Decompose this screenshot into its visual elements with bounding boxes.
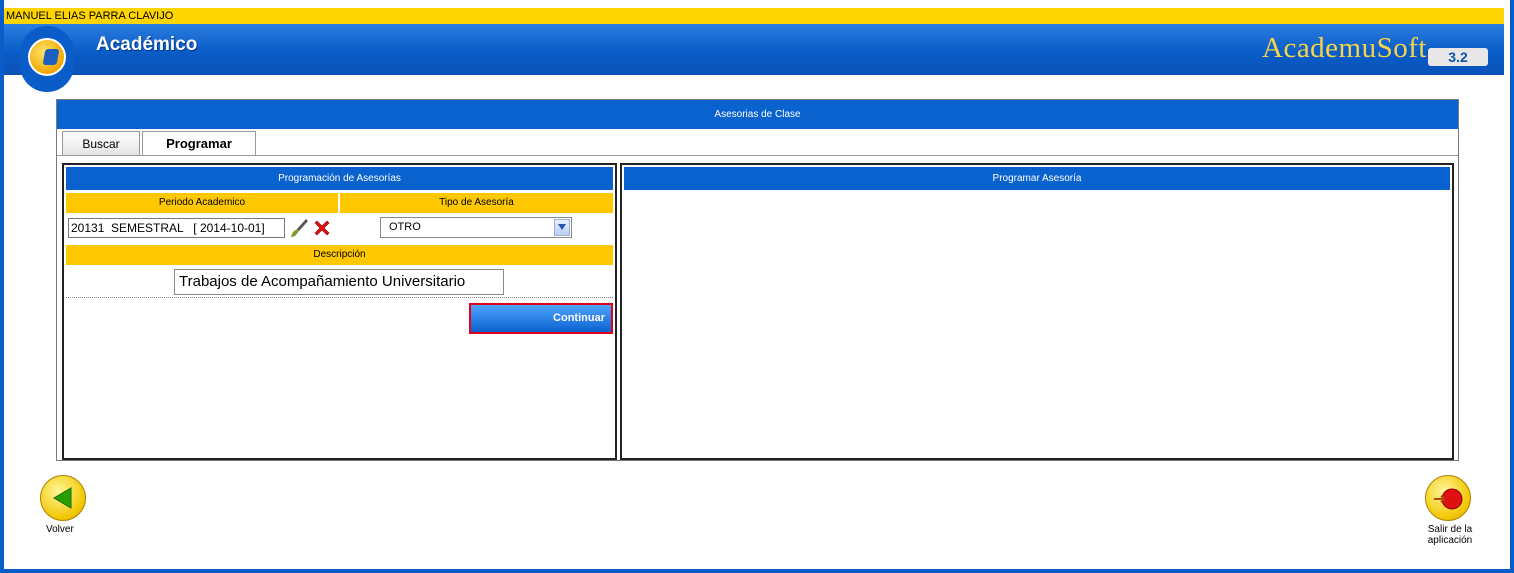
- salir-label: Salir de la aplicación: [1400, 524, 1500, 546]
- salir-label-line1: Salir de la: [1427, 524, 1473, 535]
- programacion-section: Programación de Asesorías Periodo Academ…: [62, 163, 617, 460]
- tipo-label: Tipo de Asesoría: [340, 193, 613, 213]
- volver-button[interactable]: [40, 475, 86, 521]
- app-title: Académico: [96, 34, 198, 55]
- tab-programar[interactable]: Programar: [142, 131, 256, 156]
- panel-title: Asesorias de Clase: [57, 100, 1458, 129]
- tipo-select-value: OTRO: [389, 221, 421, 233]
- descripcion-field[interactable]: Trabajos de Acompañamiento Universitario: [174, 269, 504, 295]
- programar-title: Programar Asesoría: [624, 167, 1450, 190]
- tipo-select[interactable]: OTRO: [380, 217, 572, 238]
- arrow-left-icon: [53, 487, 72, 509]
- tab-divider: [57, 155, 1458, 156]
- user-bar: MANUEL ELIAS PARRA CLAVIJO: [4, 8, 1504, 24]
- delete-icon[interactable]: [312, 218, 332, 238]
- periodo-field[interactable]: 20131 SEMESTRAL [ 2014-10-01]: [68, 218, 285, 238]
- continuar-button[interactable]: Continuar: [469, 303, 613, 334]
- chevron-down-icon[interactable]: [554, 219, 570, 236]
- app-logo-icon: [20, 26, 74, 92]
- brush-icon[interactable]: [290, 217, 310, 239]
- brand-version: 3.2: [1428, 48, 1488, 66]
- programacion-title: Programación de Asesorías: [66, 167, 613, 190]
- brand-logo: AcademuSoft: [1262, 32, 1427, 64]
- descripcion-label: Descripción: [66, 245, 613, 265]
- salir-label-line2: aplicación: [1427, 535, 1473, 546]
- divider: [66, 297, 613, 298]
- volver-label: Volver: [46, 524, 74, 535]
- tab-buscar[interactable]: Buscar: [62, 131, 140, 155]
- exit-icon: [1434, 488, 1463, 510]
- asesorias-panel: Asesorias de Clase Buscar Programar Prog…: [56, 99, 1459, 461]
- periodo-label: Periodo Academico: [66, 193, 338, 213]
- salir-button[interactable]: [1425, 475, 1471, 521]
- user-name: MANUEL ELIAS PARRA CLAVIJO: [6, 10, 174, 22]
- programar-section: Programar Asesoría: [620, 163, 1454, 460]
